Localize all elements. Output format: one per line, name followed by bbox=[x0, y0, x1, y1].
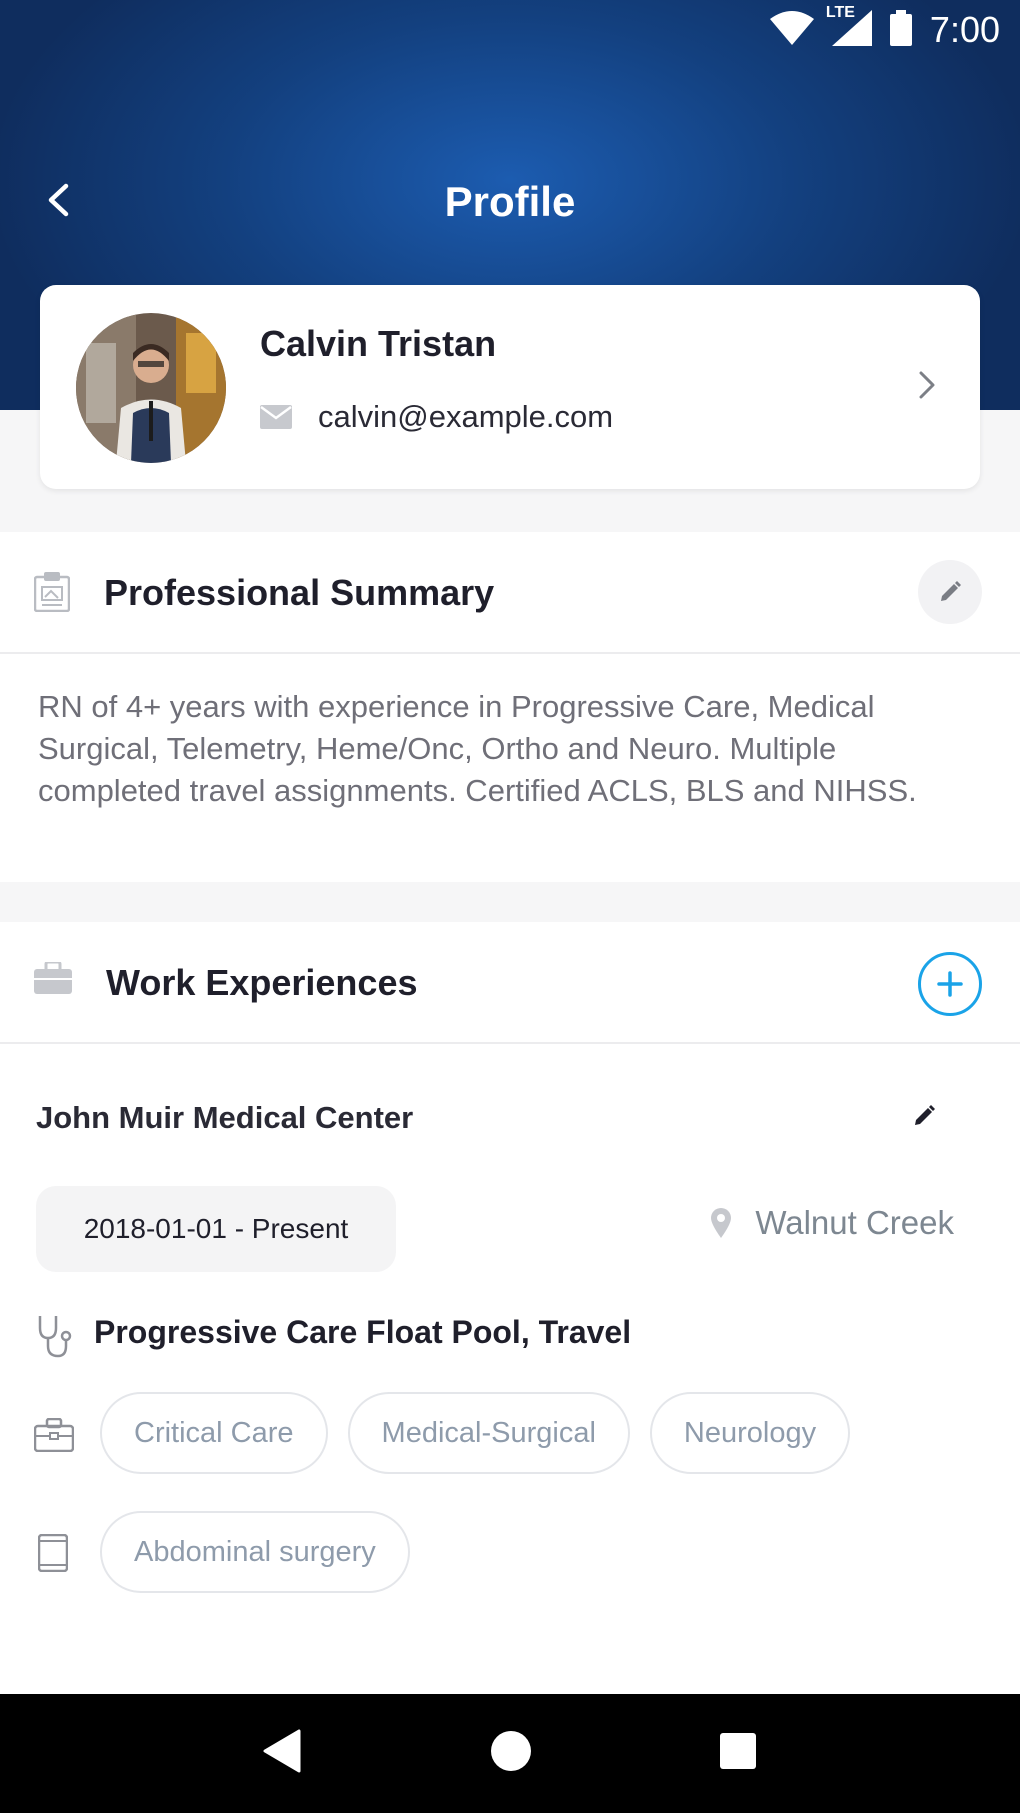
summary-section: Professional Summary RN of 4+ years with… bbox=[0, 532, 1020, 882]
date-range: 2018-01-01 - Present bbox=[36, 1186, 396, 1272]
status-bar: LTE 7:00 bbox=[0, 0, 1020, 60]
work-entry: John Muir Medical Center 2018-01-01 - Pr… bbox=[0, 1044, 1020, 1694]
briefcase-icon bbox=[34, 960, 72, 999]
procedure-tags: Abdominal surgery bbox=[100, 1511, 410, 1593]
pencil-icon bbox=[941, 581, 961, 601]
edit-experience-button[interactable] bbox=[912, 1104, 936, 1133]
role-title: Progressive Care Float Pool, Travel bbox=[94, 1314, 632, 1350]
work-section: Work Experiences John Muir Medical Cente… bbox=[0, 922, 1020, 1694]
tag-neurology[interactable]: Neurology bbox=[649, 1392, 851, 1474]
battery-icon bbox=[889, 9, 912, 51]
plus-icon bbox=[937, 971, 963, 997]
tag-medical-surgical[interactable]: Medical-Surgical bbox=[347, 1392, 630, 1474]
add-experience-button[interactable] bbox=[918, 952, 982, 1016]
summary-text: RN of 4+ years with experience in Progre… bbox=[38, 689, 917, 808]
signal-icon: LTE bbox=[826, 4, 872, 51]
location: Walnut Creek bbox=[711, 1204, 954, 1242]
status-time: 7:00 bbox=[929, 9, 1000, 50]
network-label: LTE bbox=[825, 3, 855, 21]
mail-icon bbox=[260, 405, 292, 434]
system-nav-bar bbox=[0, 1694, 1020, 1813]
recents-nav-icon[interactable] bbox=[719, 1732, 757, 1775]
profile-name: Calvin Tristan bbox=[260, 323, 497, 364]
location-text: Walnut Creek bbox=[755, 1204, 954, 1241]
chevron-right-icon bbox=[918, 370, 936, 405]
work-title: Work Experiences bbox=[106, 962, 418, 1003]
home-nav-icon[interactable] bbox=[490, 1730, 532, 1777]
tag-abdominal-surgery[interactable]: Abdominal surgery bbox=[100, 1511, 410, 1593]
tablet-icon bbox=[37, 1533, 69, 1577]
back-nav-icon[interactable] bbox=[263, 1729, 303, 1778]
page-title: Profile bbox=[444, 178, 576, 225]
location-pin-icon bbox=[711, 1208, 732, 1238]
tag-critical-care[interactable]: Critical Care bbox=[100, 1392, 328, 1474]
company-name: John Muir Medical Center bbox=[36, 1100, 414, 1135]
summary-title: Professional Summary bbox=[104, 572, 495, 613]
work-header: Work Experiences bbox=[0, 922, 1020, 1044]
stethoscope-icon bbox=[34, 1314, 74, 1363]
summary-header: Professional Summary bbox=[0, 532, 1020, 654]
clipboard-icon bbox=[33, 572, 71, 617]
pencil-icon bbox=[915, 1105, 935, 1125]
specialty-tags: Critical Care Medical-Surgical Neurology bbox=[100, 1392, 851, 1474]
wifi-icon bbox=[769, 10, 814, 50]
profile-card[interactable]: Calvin Tristan calvin@example.com bbox=[40, 285, 980, 489]
edit-summary-button[interactable] bbox=[918, 560, 982, 624]
briefcase-outline-icon bbox=[33, 1417, 75, 1457]
avatar bbox=[76, 313, 226, 463]
profile-email: calvin@example.com bbox=[318, 399, 614, 434]
